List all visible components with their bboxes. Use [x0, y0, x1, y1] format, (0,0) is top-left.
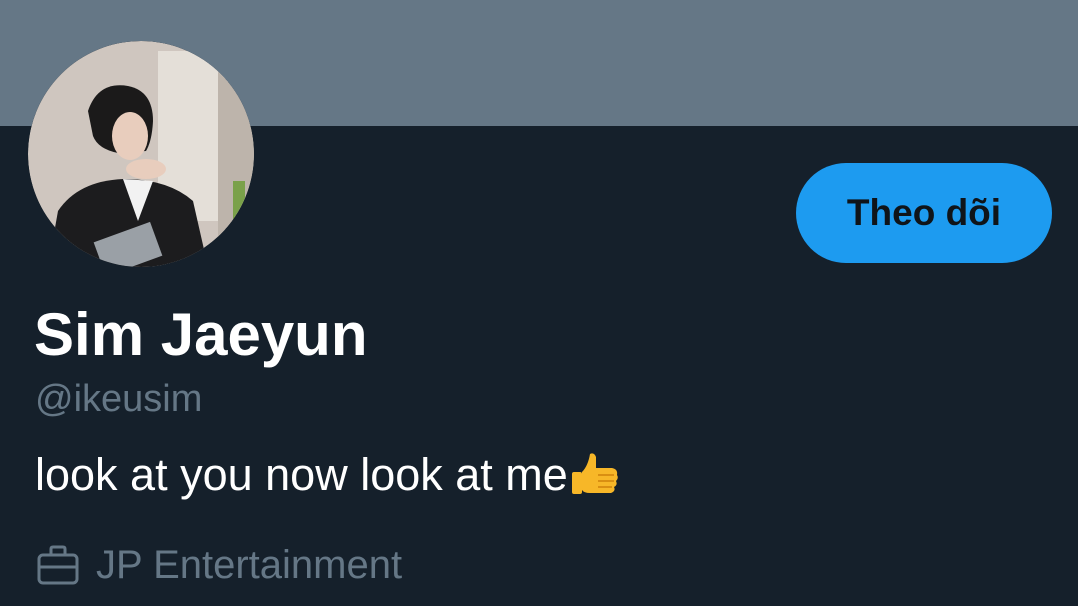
avatar[interactable]: [28, 41, 254, 267]
avatar-photo: [28, 41, 254, 267]
follow-button[interactable]: Theo dõi: [796, 163, 1052, 263]
profile-work: JP Entertainment: [36, 541, 402, 589]
bio-text: look at you now look at me: [35, 449, 568, 500]
profile-handle: @ikeusim: [35, 378, 203, 420]
work-text: JP Entertainment: [96, 543, 403, 587]
thumbs-up-icon: [571, 453, 618, 494]
profile-bio: look at you now look at me: [35, 448, 622, 502]
profile-page: Theo dõi Sim Jaeyun @ikeusim look at you…: [0, 0, 1078, 606]
profile-display-name: Sim Jaeyun: [34, 301, 368, 368]
briefcase-icon: [37, 545, 79, 585]
